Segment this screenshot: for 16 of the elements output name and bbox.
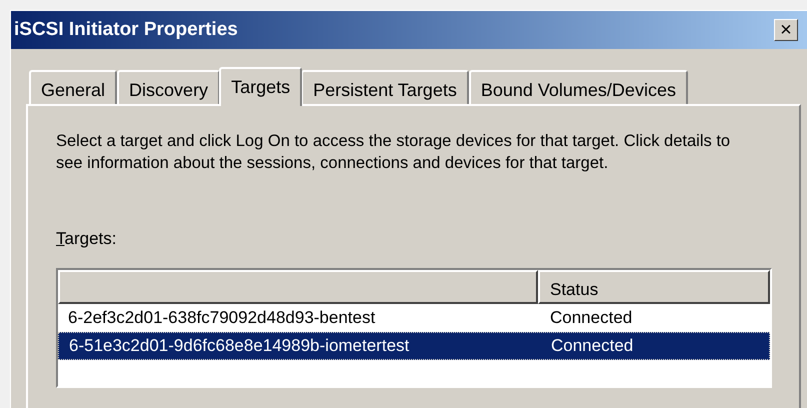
- tab[interactable]: Discovery: [117, 70, 220, 104]
- tab[interactable]: Persistent Targets: [301, 70, 469, 104]
- tab[interactable]: Targets: [219, 67, 302, 106]
- table-row[interactable]: 6-51e3c2d01-9d6fc68e8e14989b-iometertest Connected: [58, 332, 770, 360]
- column-header[interactable]: Status: [538, 270, 770, 304]
- close-button[interactable]: ×: [774, 19, 798, 41]
- description-text: Select a target and click Log On to access the storage devices for that target. Click details to see information about the sessions, connections and devices for that target.: [56, 131, 732, 174]
- table-cell-text: 6-51e3c2d01-9d6fc68e8e14989b-iometertest: [68, 334, 410, 357]
- tab[interactable]: General: [29, 70, 118, 104]
- table-cell-text: Connected: [549, 306, 632, 329]
- table-cell-text: Connected: [550, 334, 634, 357]
- tab[interactable]: Bound Volumes/Devices: [468, 70, 688, 104]
- targets-label: Targets:: [56, 228, 118, 250]
- column-header[interactable]: [58, 270, 538, 304]
- table-cell-text: 6-2ef3c2d01-638fc79092d48d93-bentest: [67, 306, 376, 329]
- window-title: iSCSI Initiator Properties: [14, 18, 238, 42]
